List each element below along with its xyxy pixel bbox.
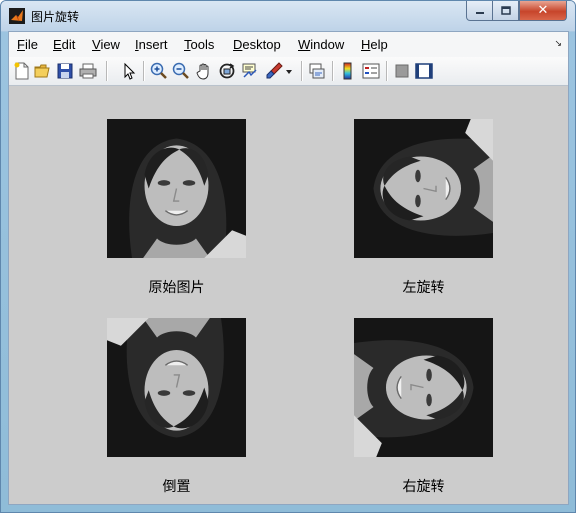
figure-client-area: File Edit View Insert Tools Desktop Wind… xyxy=(8,31,569,505)
legend-icon[interactable] xyxy=(362,62,380,80)
caption-inverted: 倒置 xyxy=(162,479,191,495)
image-rotated-left xyxy=(354,119,493,258)
image-rotated-right xyxy=(354,318,493,457)
menu-tools[interactable]: Tools xyxy=(184,37,214,52)
menu-desktop-mnemonic: D xyxy=(233,37,243,52)
portrait-image xyxy=(107,119,246,258)
menu-window-mnemonic: W xyxy=(298,37,311,52)
hide-plot-tools-icon[interactable] xyxy=(393,62,411,80)
brush-icon[interactable] xyxy=(265,62,283,80)
rotate-3d-icon[interactable] xyxy=(218,62,236,80)
figure-window: 图片旋转 ✕ File Edit View Insert Tools Deskt… xyxy=(0,0,576,513)
open-file-icon[interactable] xyxy=(34,62,52,80)
caption-rotated-left: 左旋转 xyxy=(402,280,445,296)
menu-tools-label: ools xyxy=(190,37,215,52)
save-icon[interactable] xyxy=(56,62,74,80)
menu-window[interactable]: Window xyxy=(298,37,344,52)
menu-help[interactable]: Help xyxy=(361,37,388,52)
maximize-button[interactable] xyxy=(492,1,519,21)
menu-edit[interactable]: Edit xyxy=(53,37,75,52)
toolbar-separator xyxy=(332,61,334,81)
minimize-icon xyxy=(475,11,484,14)
figure-toolbar xyxy=(9,57,568,86)
menu-view[interactable]: View xyxy=(92,37,120,52)
toolbar-separator xyxy=(301,61,303,81)
caption-rotated-right: 右旋转 xyxy=(402,479,445,495)
menu-insert-label: nsert xyxy=(138,37,168,52)
menu-edit-mnemonic: E xyxy=(53,37,62,52)
data-cursor-icon[interactable] xyxy=(241,62,259,80)
close-button[interactable]: ✕ xyxy=(519,1,567,21)
portrait-image xyxy=(354,318,493,457)
menu-help-mnemonic: H xyxy=(361,37,371,52)
print-icon[interactable] xyxy=(79,62,97,80)
colorbar-icon[interactable] xyxy=(339,62,357,80)
menu-file[interactable]: File xyxy=(17,37,38,52)
figure-canvas[interactable]: 原始图片 左旋转 倒置 右旋转 xyxy=(9,86,568,504)
minimize-button[interactable] xyxy=(466,1,493,21)
show-plot-tools-icon[interactable] xyxy=(415,62,433,80)
menu-insert[interactable]: Insert xyxy=(135,37,168,52)
brush-dropdown-icon[interactable] xyxy=(285,62,293,80)
menu-view-label: iew xyxy=(100,37,120,52)
menu-bar: File Edit View Insert Tools Desktop Wind… xyxy=(9,32,568,58)
dock-arrow-icon[interactable]: ↘ xyxy=(554,39,562,49)
close-icon: ✕ xyxy=(537,3,549,18)
menu-desktop-label: esktop xyxy=(242,37,281,52)
title-bar[interactable]: 图片旋转 ✕ xyxy=(1,1,575,31)
portrait-image xyxy=(107,318,246,457)
caption-original: 原始图片 xyxy=(148,280,205,296)
matlab-logo-icon xyxy=(9,8,25,24)
toolbar-separator xyxy=(386,61,388,81)
menu-file-label: ile xyxy=(24,37,38,52)
menu-desktop[interactable]: Desktop xyxy=(233,37,281,52)
menu-edit-label: dit xyxy=(61,37,76,52)
window-title: 图片旋转 xyxy=(31,10,80,24)
pan-hand-icon[interactable] xyxy=(195,62,213,80)
menu-help-label: elp xyxy=(370,37,388,52)
link-plot-icon[interactable] xyxy=(308,62,326,80)
new-figure-icon[interactable] xyxy=(13,62,31,80)
toolbar-separator xyxy=(143,61,145,81)
menu-file-mnemonic: F xyxy=(17,37,25,52)
portrait-image xyxy=(354,119,493,258)
zoom-in-icon[interactable] xyxy=(150,62,168,80)
zoom-out-icon[interactable] xyxy=(172,62,190,80)
image-original xyxy=(107,119,246,258)
menu-window-label: indow xyxy=(310,37,345,52)
pointer-icon[interactable] xyxy=(120,62,138,80)
toolbar-separator xyxy=(106,61,108,81)
image-inverted xyxy=(107,318,246,457)
maximize-icon xyxy=(500,5,511,15)
